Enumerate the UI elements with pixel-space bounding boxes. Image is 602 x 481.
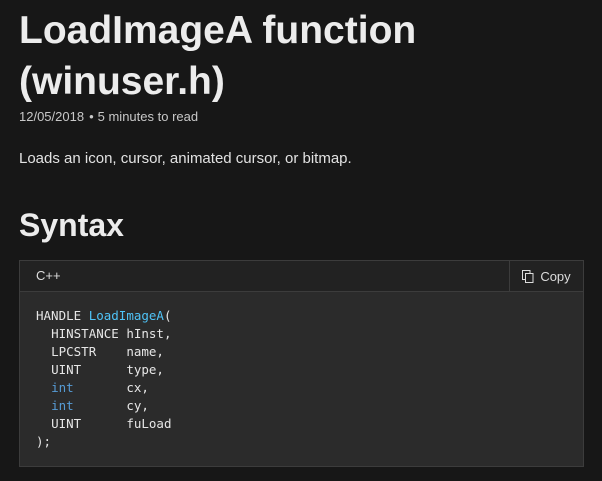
code-block: C++ Copy HANDLE LoadImageA( HINSTANCE hI… [19,260,584,467]
copy-icon [522,269,534,283]
code-line: ); [36,434,52,449]
code-line: HINSTANCE hInst, [36,326,171,341]
code-function-name: LoadImageA [88,308,164,323]
meta-separator: • [89,109,94,124]
code-punct: ( [163,308,172,323]
article-meta: 12/05/2018 • 5 minutes to read [19,108,198,126]
code-line: UINT type, [36,362,164,377]
code-type: UINT [51,416,82,431]
publish-date: 12/05/2018 [19,109,85,124]
page-title: LoadImageA function (winuser.h) [19,9,417,103]
code-line: int cy, [36,398,149,413]
code-keyword: int [51,380,74,395]
read-time: 5 minutes to read [97,109,199,124]
code-type: UINT [51,362,82,377]
code-type: HANDLE [36,308,82,323]
code-param: hInst, [126,326,172,341]
code-param: cx, [126,380,149,395]
syntax-heading: Syntax [19,207,124,243]
copy-button[interactable]: Copy [509,261,583,291]
code-body: HANDLE LoadImageA( HINSTANCE hInst, LPCS… [36,307,171,451]
code-header: C++ Copy [20,261,583,292]
code-param: fuLoad [126,416,172,431]
code-line: int cx, [36,380,149,395]
code-param: type, [126,362,164,377]
code-type: LPCSTR [51,344,97,359]
copy-label: Copy [540,268,571,284]
code-language-label: C++ [36,268,61,283]
code-type: HINSTANCE [51,326,119,341]
code-keyword: int [51,398,74,413]
code-line: LPCSTR name, [36,344,164,359]
code-line: HANDLE LoadImageA( [36,308,171,323]
article-summary: Loads an icon, cursor, animated cursor, … [19,150,352,167]
code-param: cy, [126,398,149,413]
code-param: name, [126,344,164,359]
code-line: UINT fuLoad [36,416,171,431]
